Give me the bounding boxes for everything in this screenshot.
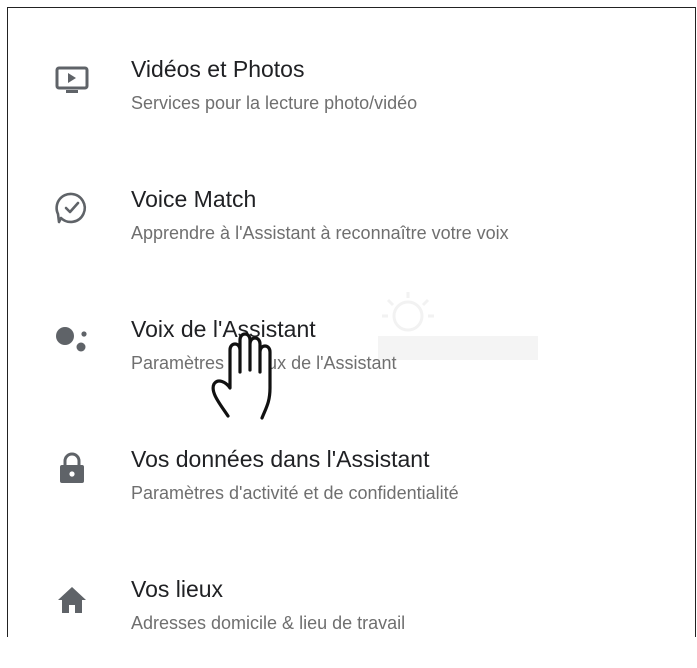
settings-item-videos-photos[interactable]: Vidéos et Photos Services pour la lectur… <box>8 38 695 148</box>
item-subtitle: Services pour la lecture photo/vidéo <box>131 93 418 113</box>
item-title: Vos lieux <box>131 576 224 602</box>
lock-icon <box>52 448 92 488</box>
item-subtitle: Apprendre à l'Assistant à reconnaître vo… <box>131 223 509 243</box>
item-title: Vos données dans l'Assistant <box>131 446 430 472</box>
item-subtitle: Paramètres d'activité et de confidential… <box>131 483 459 503</box>
voice-match-icon <box>52 188 92 228</box>
settings-item-voice-match[interactable]: Voice Match Apprendre à l'Assistant à re… <box>8 168 695 278</box>
item-title: Voice Match <box>131 186 257 212</box>
settings-item-your-places[interactable]: Vos lieux Adresses domicile & lieu de tr… <box>8 558 695 668</box>
settings-list: Vidéos et Photos Services pour la lectur… <box>7 7 696 637</box>
item-subtitle: Adresses domicile & lieu de travail <box>131 613 406 633</box>
settings-item-your-data[interactable]: Vos données dans l'Assistant Paramètres … <box>8 428 695 538</box>
home-icon <box>52 580 92 620</box>
item-subtitle: Paramètres vocaux de l'Assistant <box>131 353 397 373</box>
tv-play-icon <box>52 60 92 100</box>
settings-item-assistant-voice[interactable]: Voix de l'Assistant Paramètres vocaux de… <box>8 298 695 408</box>
item-title: Voix de l'Assistant <box>131 316 316 342</box>
item-title: Vidéos et Photos <box>131 56 305 82</box>
assistant-dots-icon <box>52 318 92 358</box>
